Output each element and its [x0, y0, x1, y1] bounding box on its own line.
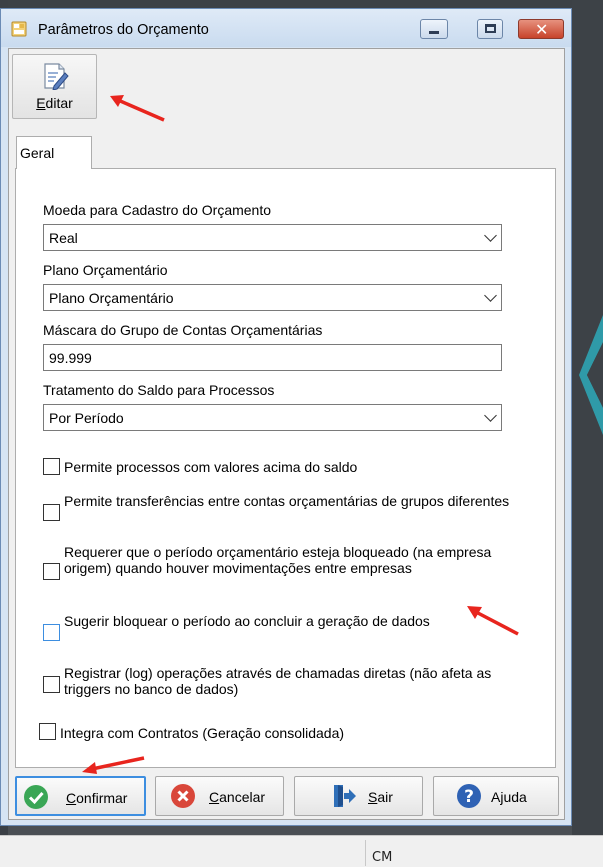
statusbar-divider: [365, 840, 366, 866]
maximize-button[interactable]: [477, 19, 503, 39]
budget-plan-select-value: Plano Orçamentário: [49, 290, 174, 306]
checkbox-label: Integra com Contratos (Geração consolida…: [60, 725, 345, 741]
checkbox-label: Sugerir bloquear o período ao concluir a…: [64, 613, 430, 629]
exit-door-icon: [334, 785, 356, 807]
dialog-body: Editar Geral Moeda para Cadastro do Orça…: [8, 48, 565, 820]
cancel-button-label: Cancelar: [209, 789, 266, 805]
checkbox-row-exceed-balance[interactable]: Permite processos com valores acima do s…: [43, 457, 513, 477]
chevron-down-icon: [484, 229, 497, 242]
background-statusbar: CM: [0, 835, 603, 867]
parameters-dialog: Parâmetros do Orçamento ✕ Editar Geral M…: [0, 8, 572, 826]
svg-text:?: ?: [464, 787, 474, 807]
balance-treatment-select-value: Por Período: [49, 410, 124, 426]
background-app-top: [0, 0, 603, 8]
checkbox-row-suggest-lock[interactable]: Sugerir bloquear o período ao concluir a…: [43, 613, 513, 647]
checkbox-label: Registrar (log) operações através de cha…: [64, 665, 492, 697]
minimize-button[interactable]: [420, 19, 448, 39]
checkbox-label: Permite processos com valores acima do s…: [64, 459, 358, 475]
checkbox-row-log-operations[interactable]: Registrar (log) operações através de cha…: [43, 665, 513, 699]
close-icon: ✕: [535, 20, 549, 39]
cancel-button[interactable]: Cancelar: [155, 776, 284, 816]
checkbox[interactable]: [39, 723, 56, 740]
cancel-icon: [171, 784, 195, 808]
budget-plan-select[interactable]: Plano Orçamentário: [43, 284, 502, 311]
exit-button[interactable]: Sair: [294, 776, 423, 816]
budget-plan-label: Plano Orçamentário: [43, 262, 168, 278]
edit-button[interactable]: Editar: [12, 54, 97, 119]
currency-select-value: Real: [49, 230, 78, 246]
statusbar-text: CM: [372, 850, 393, 865]
checkbox-row-transfers[interactable]: Permite transferências entre contas orça…: [43, 493, 513, 527]
tab-geral-label: Geral: [20, 145, 55, 161]
mask-input[interactable]: 99.999: [43, 344, 502, 371]
mask-input-value: 99.999: [49, 350, 92, 366]
app-icon: [11, 21, 27, 37]
help-button-label: Ajuda: [491, 789, 527, 805]
balance-treatment-label: Tratamento do Saldo para Processos: [43, 382, 275, 398]
maximize-icon: [485, 24, 496, 33]
confirm-button-label: Confirmar: [66, 790, 128, 806]
confirm-button[interactable]: Confirmar: [15, 776, 146, 816]
tab-panel-geral: Moeda para Cadastro do Orçamento Real Pl…: [15, 168, 556, 768]
dialog-title: Parâmetros do Orçamento: [38, 22, 209, 38]
background-chevron-shape: [579, 315, 603, 435]
close-button[interactable]: ✕: [518, 19, 564, 39]
checkbox[interactable]: [43, 676, 60, 693]
tab-geral[interactable]: Geral: [16, 136, 92, 169]
checkbox-row-contracts[interactable]: Integra com Contratos (Geração consolida…: [39, 722, 513, 742]
checkbox-label: Requerer que o período orçamentário este…: [64, 544, 492, 576]
checkbox-label: Permite transferências entre contas orça…: [64, 493, 510, 509]
help-button[interactable]: ? Ajuda: [433, 776, 559, 816]
edit-button-label: Editar: [36, 95, 73, 111]
currency-label: Moeda para Cadastro do Orçamento: [43, 202, 272, 218]
currency-select[interactable]: Real: [43, 224, 502, 251]
minimize-icon: [429, 31, 439, 34]
checkbox[interactable]: [43, 504, 60, 521]
edit-document-icon: [44, 63, 69, 90]
checkbox[interactable]: [43, 563, 60, 580]
help-question-icon: ?: [457, 784, 481, 808]
dialog-titlebar[interactable]: Parâmetros do Orçamento ✕: [1, 9, 571, 47]
mask-label: Máscara do Grupo de Contas Orçamentárias: [43, 322, 323, 338]
chevron-down-icon: [484, 289, 497, 302]
checkbox[interactable]: [43, 624, 60, 641]
chevron-down-icon: [484, 409, 497, 422]
exit-button-label: Sair: [368, 789, 393, 805]
balance-treatment-select[interactable]: Por Período: [43, 404, 502, 431]
checkbox[interactable]: [43, 458, 60, 475]
check-icon: [24, 785, 48, 809]
checkbox-row-require-locked-period[interactable]: Requerer que o período orçamentário este…: [43, 544, 513, 596]
